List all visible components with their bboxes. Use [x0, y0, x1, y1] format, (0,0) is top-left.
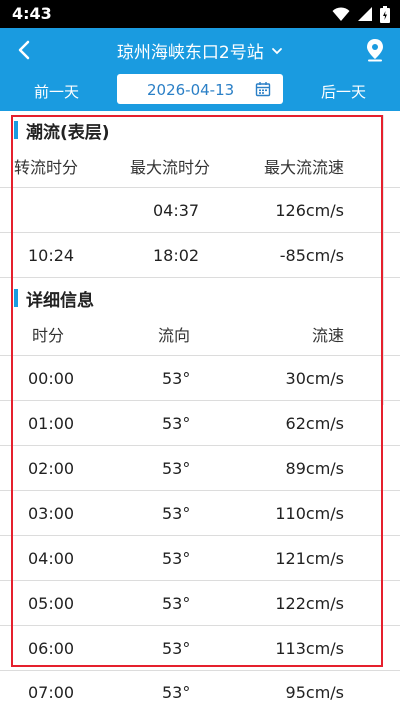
row-time: 03:00	[28, 504, 75, 523]
date-value: 2026-04-13	[147, 81, 235, 99]
station-selector[interactable]: 琼州海峡东口2号站	[0, 38, 400, 63]
location-pin-icon	[367, 39, 383, 62]
next-day-button[interactable]: 后一天	[321, 81, 366, 102]
status-time: 4:43	[12, 4, 52, 23]
column-header: 最大流时分	[130, 157, 211, 177]
battery-icon	[380, 5, 390, 23]
row-direction: 53°	[162, 639, 191, 658]
column-header: 转流时分	[14, 157, 79, 177]
max-flow-speed: -85cm/s	[279, 246, 344, 265]
row-speed: 110cm/s	[275, 504, 344, 523]
max-flow-time: 18:02	[153, 246, 200, 265]
table-row: 07:00 53° 95cm/s	[0, 673, 400, 711]
table-row: 02:00 53° 89cm/s	[0, 446, 400, 491]
status-bar: 4:43	[0, 0, 400, 28]
row-time: 02:00	[28, 459, 75, 478]
wifi-icon	[332, 6, 350, 21]
table-row: 03:00 53° 110cm/s	[0, 491, 400, 536]
turn-time: 10:24	[28, 246, 75, 265]
status-icons	[332, 5, 390, 23]
max-flow-time: 04:37	[153, 201, 200, 220]
row-speed: 95cm/s	[285, 682, 344, 702]
station-title: 琼州海峡东口2号站	[116, 43, 264, 63]
date-picker[interactable]: 2026-04-13	[117, 74, 283, 104]
row-direction: 53°	[162, 369, 191, 388]
row-speed: 89cm/s	[285, 459, 344, 478]
table-row: 04:37 126cm/s	[0, 188, 400, 233]
row-speed: 122cm/s	[275, 594, 344, 613]
row-direction: 53°	[162, 594, 191, 613]
row-direction: 53°	[162, 414, 191, 433]
detail-section-title: 详细信息	[12, 286, 94, 311]
column-header: 流速	[311, 325, 344, 345]
row-direction: 53°	[162, 682, 191, 702]
content-area[interactable]: 潮流(表层) 转流时分 最大流时分 最大流流速 04:37 126cm/s 10…	[0, 111, 400, 711]
max-flow-speed: 126cm/s	[275, 201, 344, 220]
row-time: 07:00	[28, 682, 75, 702]
app-header: 琼州海峡东口2号站 前一天 2026-04-13 后一天	[0, 28, 400, 111]
tide-header-row: 转流时分 最大流时分 最大流流速	[0, 143, 400, 188]
row-direction: 53°	[162, 504, 191, 523]
row-speed: 113cm/s	[275, 639, 344, 658]
table-row: 01:00 53° 62cm/s	[0, 401, 400, 446]
row-direction: 53°	[162, 459, 191, 478]
row-time: 01:00	[28, 414, 75, 433]
row-speed: 121cm/s	[275, 549, 344, 568]
row-time: 00:00	[28, 369, 75, 388]
chevron-down-icon	[272, 47, 283, 54]
row-time: 05:00	[28, 594, 75, 613]
row-direction: 53°	[162, 549, 191, 568]
table-row: 05:00 53° 122cm/s	[0, 581, 400, 626]
calendar-icon	[255, 82, 271, 97]
table-row: 04:00 53° 121cm/s	[0, 536, 400, 581]
column-header: 流向	[158, 325, 191, 345]
detail-header-row: 时分 流向 流速	[0, 311, 400, 356]
prev-day-button[interactable]: 前一天	[34, 81, 79, 102]
row-time: 04:00	[28, 549, 75, 568]
row-speed: 62cm/s	[285, 414, 344, 433]
table-row: 06:00 53° 113cm/s	[0, 626, 400, 671]
row-speed: 30cm/s	[285, 369, 344, 388]
section-marker	[14, 289, 18, 307]
tide-section-title: 潮流(表层)	[12, 118, 110, 143]
section-marker	[14, 121, 18, 139]
table-row: 00:00 53° 30cm/s	[0, 356, 400, 401]
location-button[interactable]	[362, 36, 388, 64]
row-time: 06:00	[28, 639, 75, 658]
column-header: 最大流流速	[263, 157, 344, 177]
table-row: 10:24 18:02 -85cm/s	[0, 233, 400, 278]
signal-icon	[358, 7, 372, 21]
column-header: 时分	[32, 325, 65, 345]
